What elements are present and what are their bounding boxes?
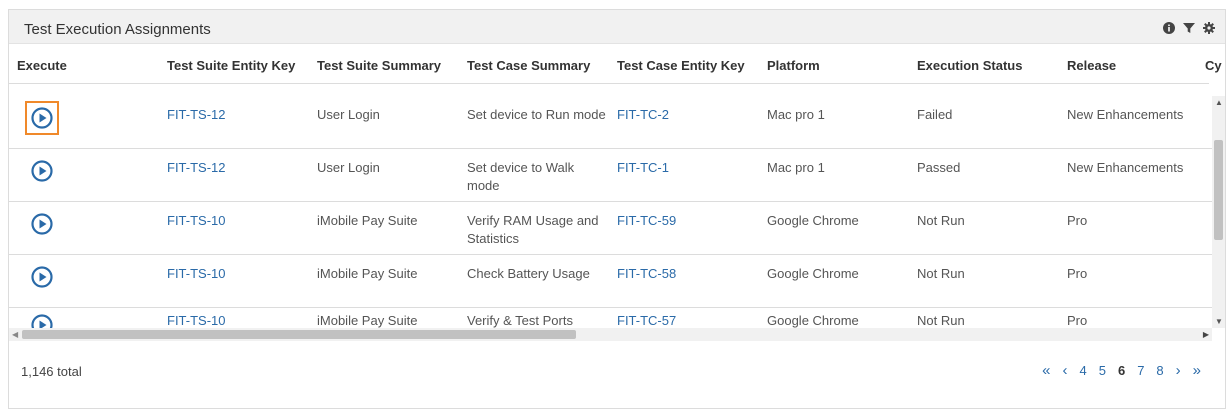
column-header-release[interactable]: Release	[1067, 58, 1116, 73]
last-page-icon[interactable]: »	[1187, 362, 1207, 379]
column-header-case-key[interactable]: Test Case Entity Key	[617, 58, 745, 73]
info-icon[interactable]	[1163, 22, 1175, 34]
release: Pro	[1067, 266, 1088, 281]
suite-key-link[interactable]: FIT-TS-10	[167, 212, 226, 230]
column-header-execute[interactable]: Execute	[17, 58, 67, 73]
release: Pro	[1067, 213, 1088, 228]
case-key-link[interactable]: FIT-TC-57	[617, 312, 676, 328]
horizontal-scroll-thumb[interactable]	[22, 330, 576, 339]
execute-play-icon[interactable]	[31, 266, 53, 288]
vertical-scroll-thumb[interactable]	[1214, 140, 1223, 240]
execution-status: Not Run	[917, 213, 965, 228]
column-header-platform[interactable]: Platform	[767, 58, 820, 73]
column-header-case-summary[interactable]: Test Case Summary	[467, 58, 590, 73]
platform: Mac pro 1	[767, 160, 825, 175]
case-key-link[interactable]: FIT-TC-58	[617, 265, 676, 283]
release: New Enhancements	[1067, 160, 1184, 175]
current-page: 6	[1117, 363, 1126, 378]
scroll-left-arrow-icon[interactable]: ◀	[12, 330, 18, 339]
prev-page-icon[interactable]: ‹	[1056, 362, 1073, 379]
case-summary: Set device to Run mode	[467, 107, 606, 122]
platform: Google Chrome	[767, 266, 859, 281]
header-icons	[1163, 22, 1215, 34]
execution-status: Not Run	[917, 313, 965, 328]
filter-icon[interactable]	[1183, 22, 1195, 34]
suite-key-link[interactable]: FIT-TS-10	[167, 265, 226, 283]
horizontal-scrollbar[interactable]: ◀ ▶	[9, 328, 1212, 341]
scroll-down-arrow-icon[interactable]: ▼	[1215, 317, 1223, 326]
total-count: 1,146 total	[21, 364, 82, 379]
suite-summary: User Login	[317, 160, 380, 175]
case-key-link[interactable]: FIT-TC-1	[617, 159, 669, 177]
case-summary: Verify & Test Ports	[467, 313, 573, 328]
table-row: FIT-TS-12 User Login Set device to Run m…	[9, 96, 1212, 149]
execute-play-icon[interactable]	[31, 160, 53, 182]
execute-play-icon[interactable]	[31, 213, 53, 235]
page-link[interactable]: 5	[1093, 363, 1112, 378]
grid-body: FIT-TS-12 User Login Set device to Run m…	[9, 96, 1212, 328]
suite-summary: iMobile Pay Suite	[317, 313, 418, 328]
column-header-suite-key[interactable]: Test Suite Entity Key	[167, 58, 295, 73]
suite-summary: iMobile Pay Suite	[317, 266, 418, 281]
first-page-icon[interactable]: «	[1036, 362, 1056, 379]
case-key-link[interactable]: FIT-TC-59	[617, 212, 676, 230]
execute-play-icon[interactable]	[31, 314, 53, 328]
page-link[interactable]: 8	[1150, 363, 1169, 378]
case-summary: Set device to Walk mode	[467, 160, 575, 193]
suite-key-link[interactable]: FIT-TS-12	[167, 106, 226, 124]
column-header-cycle[interactable]: Cy	[1205, 58, 1222, 73]
vertical-scrollbar[interactable]: ▲ ▼	[1212, 96, 1225, 328]
case-summary: Check Battery Usage	[467, 266, 590, 281]
assignments-grid: Execute Test Suite Entity Key Test Suite…	[9, 44, 1227, 344]
panel-title: Test Execution Assignments	[24, 21, 211, 38]
platform: Google Chrome	[767, 213, 859, 228]
table-row: FIT-TS-10 iMobile Pay Suite Check Batter…	[9, 255, 1212, 308]
release: Pro	[1067, 313, 1088, 328]
platform: Mac pro 1	[767, 107, 825, 122]
execution-status: Passed	[917, 160, 961, 175]
column-header-suite-summary[interactable]: Test Suite Summary	[317, 58, 441, 73]
gear-icon[interactable]	[1203, 22, 1215, 34]
grid-footer: 1,146 total « ‹ 4 5 6 7 8 › »	[9, 350, 1225, 390]
table-row: FIT-TS-10 iMobile Pay Suite Verify & Tes…	[9, 308, 1212, 328]
suite-key-link[interactable]: FIT-TS-12	[167, 159, 226, 177]
page-link[interactable]: 7	[1131, 363, 1150, 378]
table-row: FIT-TS-12 User Login Set device to Walk …	[9, 149, 1212, 202]
scroll-right-arrow-icon[interactable]: ▶	[1203, 330, 1209, 339]
suite-summary: iMobile Pay Suite	[317, 213, 418, 228]
column-header-status[interactable]: Execution Status	[917, 58, 1022, 73]
column-header-row: Execute Test Suite Entity Key Test Suite…	[9, 44, 1222, 84]
suite-summary: User Login	[317, 107, 380, 122]
suite-key-link[interactable]: FIT-TS-10	[167, 312, 226, 328]
scroll-up-arrow-icon[interactable]: ▲	[1215, 98, 1223, 107]
panel-header: Test Execution Assignments	[9, 10, 1225, 44]
release: New Enhancements	[1067, 107, 1184, 122]
execute-play-icon[interactable]	[25, 101, 59, 135]
platform: Google Chrome	[767, 313, 859, 328]
pagination: « ‹ 4 5 6 7 8 › »	[1036, 362, 1207, 379]
case-summary: Verify RAM Usage and Statistics	[467, 213, 599, 246]
execution-status: Not Run	[917, 266, 965, 281]
next-page-icon[interactable]: ›	[1170, 362, 1187, 379]
page-link[interactable]: 4	[1073, 363, 1092, 378]
execution-status: Failed	[917, 107, 953, 122]
test-execution-panel: Test Execution Assignments Execute Test …	[8, 9, 1226, 409]
case-key-link[interactable]: FIT-TC-2	[617, 106, 669, 124]
table-row: FIT-TS-10 iMobile Pay Suite Verify RAM U…	[9, 202, 1212, 255]
